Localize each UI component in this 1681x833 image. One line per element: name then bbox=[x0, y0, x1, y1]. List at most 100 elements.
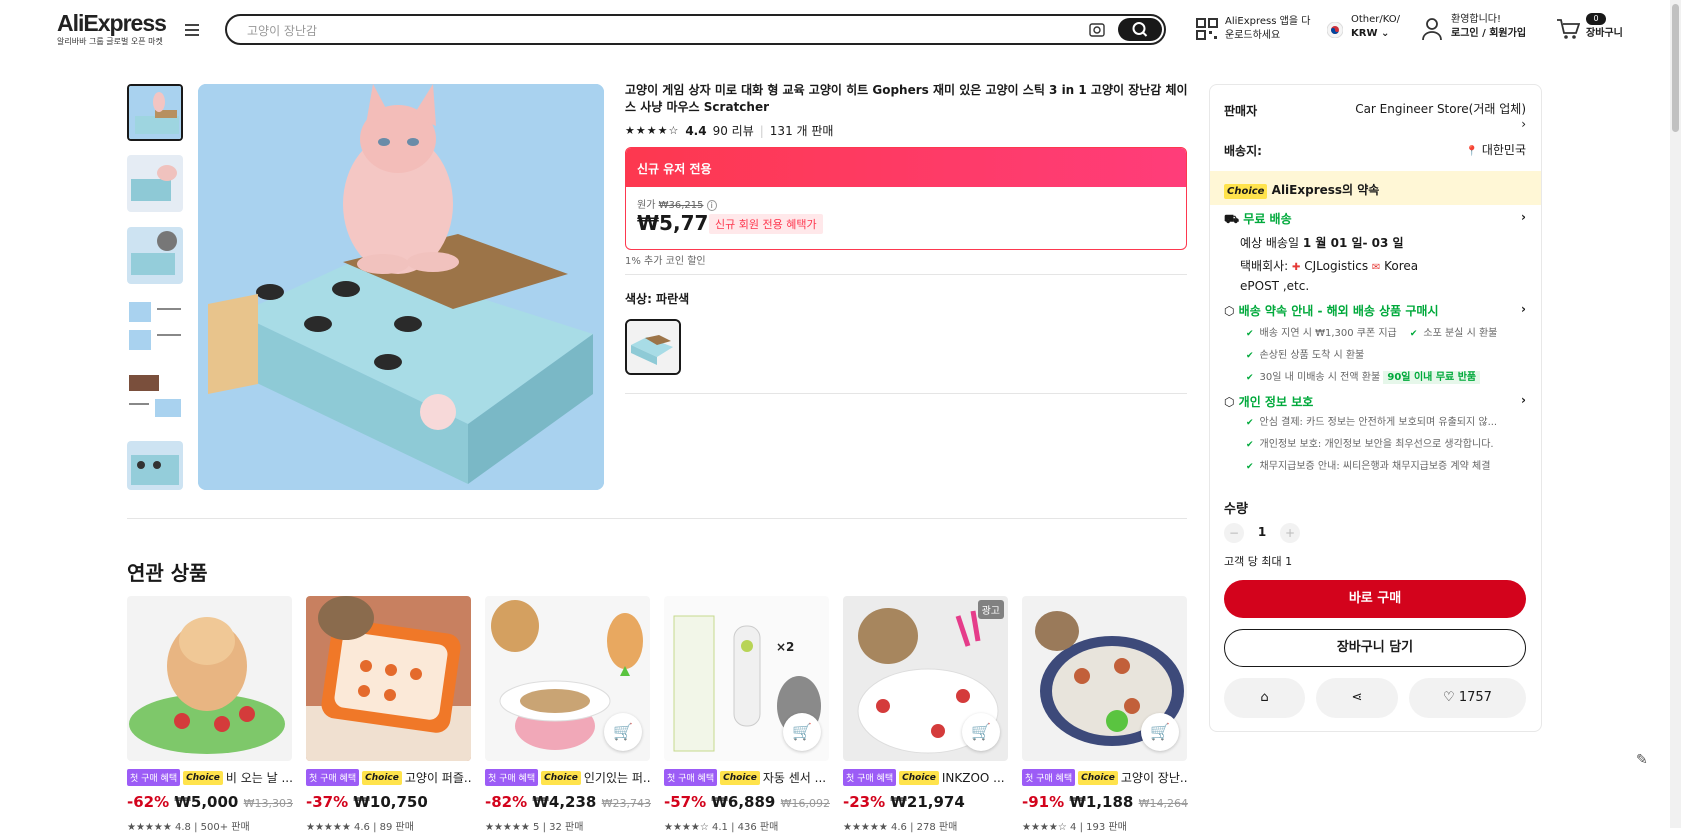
first-purchase-badge: 첫 구매 혜택 bbox=[664, 769, 718, 786]
related-product-card[interactable]: ×2 🛒 첫 구매 혜택 Choice 자동 센서 ... -57% ₩6,889 … bbox=[664, 596, 830, 833]
review-count[interactable]: 90 리뷰 bbox=[713, 122, 754, 139]
delivery-guarantee-section[interactable]: ⬡ 배송 약속 안내 - 해외 배송 상품 구매시 › 배송 지연 시 ₩1,30… bbox=[1224, 302, 1526, 389]
login-signup-link[interactable]: 로그인 / 회원가입 bbox=[1451, 27, 1526, 41]
truck-icon: ⛟ bbox=[1224, 212, 1240, 226]
add-to-cart-icon[interactable]: 🛒 bbox=[1141, 713, 1179, 751]
delivery-label: 예상 배송일 bbox=[1240, 236, 1300, 250]
region-currency-selector[interactable]: Other/KO/ KRW ⌄ bbox=[1351, 13, 1400, 41]
quantity-increase-button[interactable]: + bbox=[1280, 523, 1300, 543]
currency-label: KRW bbox=[1351, 28, 1378, 39]
korea-flag-icon bbox=[1327, 22, 1343, 38]
product-thumbnail[interactable] bbox=[127, 84, 183, 141]
product-thumbnail[interactable] bbox=[127, 441, 183, 490]
product-main-image[interactable] bbox=[198, 84, 604, 490]
product-title[interactable]: 비 오는 날 ... bbox=[226, 769, 292, 786]
ship-to-selector[interactable]: 📍 대한민국 bbox=[1400, 141, 1526, 158]
first-purchase-badge: 첫 구매 혜택 bbox=[1022, 769, 1076, 786]
courier-label: 택배회사: bbox=[1240, 259, 1289, 273]
promo-header: 신규 유저 전용 bbox=[626, 148, 1186, 187]
product-thumbnail[interactable] bbox=[127, 298, 183, 355]
product-thumbnail[interactable] bbox=[127, 369, 183, 426]
rating-summary[interactable]: ★★★★☆ 4.4 90 리뷰 | 131 개 판매 bbox=[625, 122, 833, 139]
hamburger-menu-icon[interactable] bbox=[185, 24, 199, 36]
location-pin-icon: 📍 bbox=[1465, 146, 1478, 157]
color-option-blue[interactable] bbox=[625, 319, 681, 375]
product-image[interactable] bbox=[306, 596, 471, 761]
search-icon bbox=[1132, 22, 1148, 37]
product-title[interactable]: 고양이 장난... bbox=[1121, 769, 1187, 786]
search-input[interactable]: 고양이 장난감 bbox=[247, 22, 317, 39]
free-shipping-label: 무료 배송 bbox=[1243, 212, 1292, 226]
product-image[interactable]: 🛒 bbox=[1022, 596, 1187, 761]
quantity-decrease-button[interactable]: − bbox=[1224, 523, 1244, 543]
product-price: ₩10,750 bbox=[353, 793, 428, 811]
product-image[interactable] bbox=[127, 596, 292, 761]
divider bbox=[127, 518, 1187, 519]
scrollbar-thumb[interactable] bbox=[1672, 4, 1679, 132]
related-product-card[interactable]: 첫 구매 혜택 Choice 고양이 퍼즐... -37% ₩10,750 ★★★★… bbox=[306, 596, 471, 833]
product-title[interactable]: 자동 센서 ... bbox=[763, 769, 826, 786]
product-title[interactable]: 고양이 퍼즐... bbox=[405, 769, 471, 786]
seller-label: 판매자 bbox=[1224, 104, 1258, 118]
image-search-icon[interactable] bbox=[1089, 23, 1105, 37]
chevron-right-icon: › bbox=[1521, 302, 1526, 316]
choice-badge: Choice bbox=[899, 770, 939, 785]
app-download-line1: AliExpress 앱을 다 bbox=[1225, 16, 1311, 27]
cart-label[interactable]: 장바구니 bbox=[1586, 27, 1623, 41]
search-button[interactable] bbox=[1118, 18, 1162, 41]
store-button[interactable]: ⌂ bbox=[1224, 678, 1305, 718]
ad-badge: 광고 bbox=[977, 600, 1004, 619]
original-price: ₩16,092 bbox=[780, 797, 830, 810]
seller-link[interactable]: Car Engineer Store(거래 업체) › bbox=[1352, 100, 1526, 131]
product-title[interactable]: 인기있는 퍼... bbox=[584, 769, 650, 786]
aliexpress-logo[interactable]: AliExpress bbox=[57, 10, 167, 37]
app-download-link[interactable]: AliExpress 앱을 다 운로드하세요 bbox=[1225, 15, 1310, 43]
first-purchase-badge: 첫 구매 혜택 bbox=[127, 769, 181, 786]
courier-name: CJLogistics bbox=[1304, 259, 1369, 273]
product-thumbnail[interactable] bbox=[127, 155, 183, 212]
user-icon[interactable] bbox=[1421, 17, 1443, 41]
feedback-edit-icon[interactable]: ✎ bbox=[1636, 752, 1656, 772]
qr-code-icon[interactable] bbox=[1196, 18, 1218, 40]
quantity-input[interactable]: 1 bbox=[1255, 525, 1269, 539]
related-product-card[interactable]: 🛒 첫 구매 혜택 Choice 인기있는 퍼... -82% ₩4,238 ₩23… bbox=[485, 596, 651, 833]
choice-badge: Choice bbox=[1078, 770, 1118, 785]
free-return-badge: 90일 이내 무료 반품 bbox=[1383, 371, 1481, 384]
epost-logo-icon: ✉ bbox=[1371, 262, 1381, 273]
related-product-card[interactable]: 광고 🛒 첫 구매 혜택 Choice INKZOO ... -23% ₩21,97… bbox=[843, 596, 1008, 833]
product-price: ₩21,974 bbox=[890, 793, 965, 811]
add-to-cart-icon[interactable]: 🛒 bbox=[604, 713, 642, 751]
search-bar[interactable]: 고양이 장난감 bbox=[225, 14, 1166, 45]
choice-badge: Choice bbox=[183, 770, 223, 785]
first-purchase-badge: 첫 구매 혜택 bbox=[485, 769, 539, 786]
wishlist-button[interactable]: ♡ 1757 bbox=[1409, 678, 1526, 718]
add-to-cart-icon[interactable]: 🛒 bbox=[783, 713, 821, 751]
privacy-section[interactable]: ⬡ 개인 정보 보호 › 안심 결제: 카드 정보는 안전하게 보호되며 유출되지… bbox=[1224, 393, 1526, 478]
cart-icon[interactable] bbox=[1556, 18, 1580, 40]
product-title[interactable]: INKZOO ... bbox=[942, 771, 1005, 785]
product-image[interactable]: 광고 🛒 bbox=[843, 596, 1008, 761]
share-button[interactable]: ⋖ bbox=[1316, 678, 1398, 718]
product-image[interactable]: ×2 🛒 bbox=[664, 596, 829, 761]
add-to-cart-icon[interactable]: 🛒 bbox=[962, 713, 1000, 751]
related-products-title: 연관 상품 bbox=[127, 561, 208, 585]
guarantee-item: 손상된 상품 도착 시 환불 bbox=[1259, 350, 1365, 361]
logo-tagline: 알리바바 그룹 글로벌 오픈 마켓 bbox=[57, 37, 163, 46]
chevron-right-icon: › bbox=[1521, 210, 1526, 224]
product-thumbnail[interactable] bbox=[127, 227, 183, 284]
courier-name: ePOST ,etc. bbox=[1240, 279, 1310, 293]
info-icon[interactable]: i bbox=[706, 200, 717, 211]
product-image[interactable]: 🛒 bbox=[485, 596, 650, 761]
account-menu[interactable]: 환영합니다! 로그인 / 회원가입 bbox=[1451, 13, 1526, 41]
discount-percent: -82% bbox=[485, 793, 528, 811]
ship-to-country: 대한민국 bbox=[1481, 143, 1526, 157]
original-price: ₩13,303 bbox=[243, 797, 293, 810]
buy-now-button[interactable]: 바로 구매 bbox=[1224, 580, 1526, 618]
welcome-text: 환영합니다! bbox=[1451, 14, 1502, 25]
product-title: 고양이 게임 상자 미로 대화 형 교육 고양이 히트 Gophers 재미 있… bbox=[625, 83, 1188, 114]
add-to-cart-button[interactable]: 장바구니 담기 bbox=[1224, 629, 1526, 667]
related-product-card[interactable]: 첫 구매 혜택 Choice 비 오는 날 ... -62% ₩5,000 ₩13,… bbox=[127, 596, 293, 833]
free-shipping-section[interactable]: ⛟ 무료 배송 › 예상 배송일 1 월 01 일- 03 일 택배회사: ✚ C… bbox=[1224, 210, 1526, 295]
related-product-card[interactable]: 🛒 첫 구매 혜택 Choice 고양이 장난... -91% ₩1,188 ₩14… bbox=[1022, 596, 1188, 833]
sold-count: 131 개 판매 bbox=[769, 124, 834, 138]
